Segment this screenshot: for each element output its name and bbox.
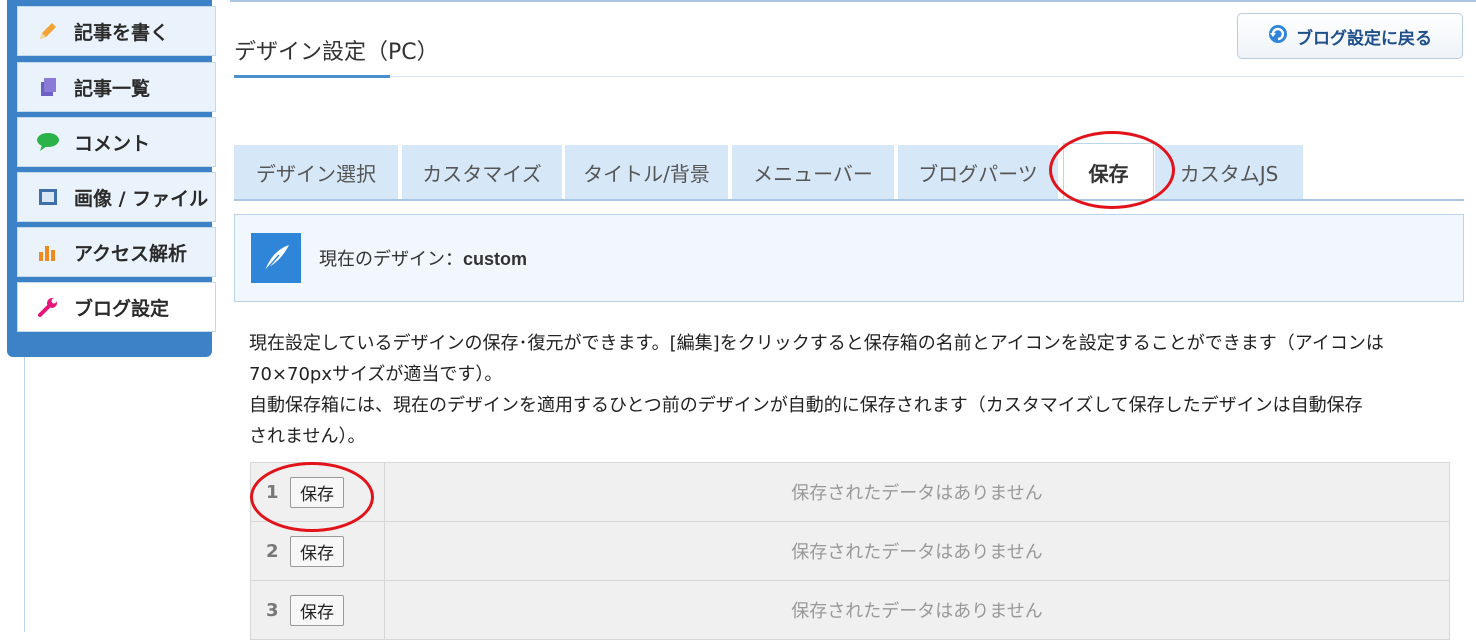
description-line: 70×70pxサイズが適当です）。 (249, 364, 503, 385)
title-underline-accent (234, 75, 390, 78)
sidebar-item-access-analytics[interactable]: アクセス解析 (17, 227, 216, 277)
tab-save[interactable]: 保存 (1063, 143, 1154, 200)
save-slot-2-button[interactable]: 保存 (290, 535, 344, 567)
table-row: 2 保存 保存されたデータはありません (250, 521, 1450, 581)
save-description: 現在設定しているデザインの保存･復元ができます。[編集]をクリックすると保存箱の… (249, 328, 1464, 452)
sidebar: 記事を書く 記事一覧 コメント 画像 / ファイル アクセス解析 ブログ設定 (7, 0, 216, 357)
current-design-panel: 現在のデザイン：custom (234, 214, 1464, 302)
description-line: 現在設定しているデザインの保存･復元ができます。[編集]をクリックすると保存箱の… (249, 333, 1384, 354)
save-slots-table: 1 保存 保存されたデータはありません 2 保存 保存されたデータはありません … (250, 462, 1450, 640)
tab-blog-parts[interactable]: ブログパーツ (898, 145, 1058, 199)
slot-number: 1 (266, 481, 279, 503)
slot-message: 保存されたデータはありません (384, 521, 1450, 581)
slot-message: 保存されたデータはありません (384, 462, 1450, 522)
image-file-icon (36, 185, 60, 209)
back-arrow-icon (1268, 24, 1288, 49)
sidebar-item-article-list[interactable]: 記事一覧 (17, 62, 216, 112)
slot-cell: 2 保存 (250, 521, 385, 581)
tab-divider (234, 199, 1464, 201)
current-design-label: 現在のデザイン： (319, 249, 463, 270)
sidebar-item-label: アクセス解析 (74, 242, 188, 265)
slot-number: 2 (266, 540, 279, 562)
document-list-icon (36, 75, 60, 99)
sidebar-item-label: コメント (74, 132, 151, 155)
wrench-icon (36, 295, 60, 319)
sidebar-item-comments[interactable]: コメント (17, 117, 216, 167)
save-slot-3-button[interactable]: 保存 (290, 594, 344, 626)
slot-cell: 3 保存 (250, 580, 385, 640)
sidebar-item-write-article[interactable]: 記事を書く (17, 6, 216, 56)
slot-number: 3 (266, 599, 279, 621)
sidebar-item-label: ブログ設定 (74, 297, 170, 320)
title-divider (234, 76, 1464, 77)
slot-message: 保存されたデータはありません (384, 580, 1450, 640)
back-to-blog-settings-button[interactable]: ブログ設定に戻る (1237, 13, 1463, 59)
slot-cell: 1 保存 (250, 462, 385, 522)
tab-design-select[interactable]: デザイン選択 (234, 145, 398, 199)
sidebar-item-blog-settings[interactable]: ブログ設定 (17, 282, 216, 332)
tab-menubar[interactable]: メニューバー (732, 145, 894, 199)
tab-customize[interactable]: カスタマイズ (402, 145, 562, 199)
current-design-text: 現在のデザイン：custom (319, 245, 527, 271)
table-row: 3 保存 保存されたデータはありません (250, 580, 1450, 640)
current-design-value: custom (463, 249, 528, 269)
description-line: されません）。 (249, 426, 366, 447)
pencil-icon (36, 19, 60, 43)
tab-title-background[interactable]: タイトル/背景 (565, 145, 728, 199)
bar-chart-icon (36, 240, 60, 264)
table-row: 1 保存 保存されたデータはありません (250, 462, 1450, 522)
sidebar-item-label: 画像 / ファイル (74, 187, 209, 210)
description-line: 自動保存箱には、現在のデザインを適用するひとつ前のデザインが自動的に保存されます… (249, 395, 1363, 416)
save-slot-1-button[interactable]: 保存 (290, 476, 344, 508)
sidebar-item-label: 記事一覧 (74, 77, 151, 100)
sidebar-item-label: 記事を書く (74, 21, 170, 44)
back-button-label: ブログ設定に戻る (1296, 28, 1432, 49)
tab-custom-js[interactable]: カスタムJS (1155, 145, 1303, 199)
speech-bubble-icon (36, 130, 60, 154)
sidebar-item-images-files[interactable]: 画像 / ファイル (17, 172, 216, 222)
feather-icon (251, 233, 301, 283)
page-title: デザイン設定（PC） (234, 40, 439, 65)
top-border (230, 0, 1476, 2)
